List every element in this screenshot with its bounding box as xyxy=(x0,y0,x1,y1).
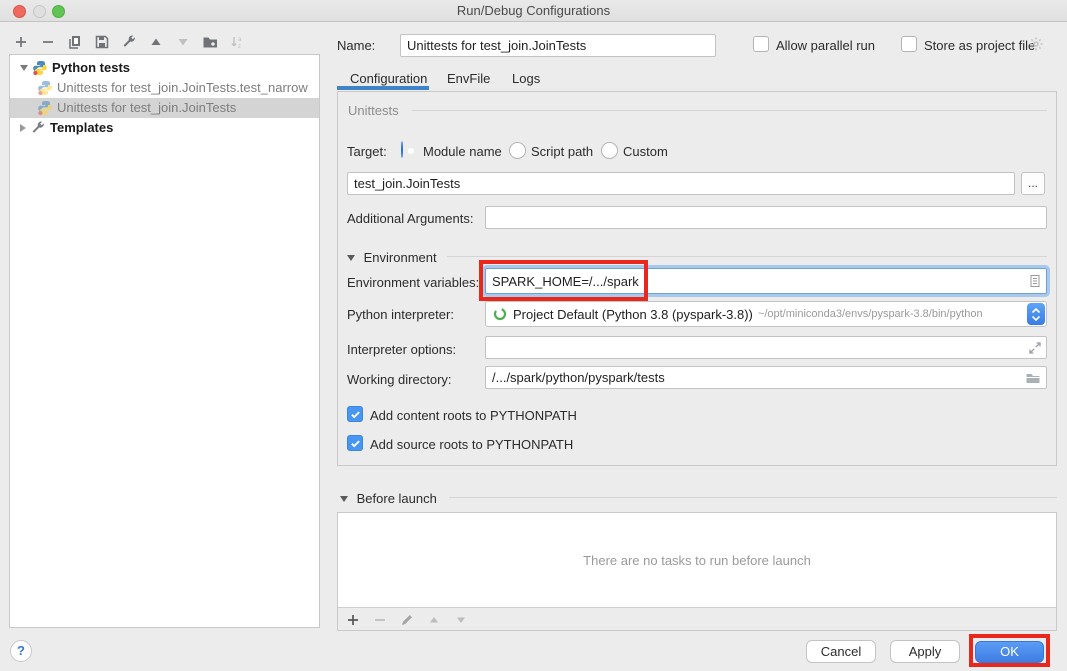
target-script-path-radio[interactable] xyxy=(509,142,526,159)
python-icon xyxy=(37,100,53,116)
remove-icon[interactable] xyxy=(39,33,56,50)
working-directory-label: Working directory: xyxy=(347,372,452,387)
python-interpreter-value: Project Default (Python 3.8 (pyspark-3.8… xyxy=(513,307,753,322)
tree-item-label: Templates xyxy=(50,118,113,138)
tree-item-unittest-jointests[interactable]: Unittests for test_join.JoinTests xyxy=(10,98,319,118)
unittests-group-title: Unittests xyxy=(348,103,399,118)
section-collapse-icon xyxy=(340,496,348,502)
target-module-name-radio[interactable] xyxy=(401,141,403,158)
svg-text:z: z xyxy=(238,44,241,50)
combo-stepper-icon[interactable] xyxy=(1027,303,1045,325)
environment-variables-input[interactable] xyxy=(485,268,1047,294)
edit-task-icon xyxy=(398,611,415,628)
target-custom-radio[interactable] xyxy=(601,142,618,159)
gear-icon[interactable] xyxy=(1028,36,1044,52)
active-tab-underline xyxy=(337,86,429,90)
cancel-button[interactable]: Cancel xyxy=(806,640,876,663)
move-down-icon xyxy=(174,33,191,50)
add-content-roots-label: Add content roots to PYTHONPATH xyxy=(370,408,577,423)
tab-configuration[interactable]: Configuration xyxy=(350,71,427,86)
tree-item-label: Python tests xyxy=(52,58,130,78)
add-source-roots-checkbox[interactable] xyxy=(347,435,363,451)
target-custom-label: Custom xyxy=(623,144,668,159)
tree-item-label: Unittests for test_join.JoinTests.test_n… xyxy=(57,78,308,98)
allow-parallel-run-label: Allow parallel run xyxy=(776,38,875,53)
name-label: Name: xyxy=(337,38,375,53)
tree-item-unittest-narrow[interactable]: Unittests for test_join.JoinTests.test_n… xyxy=(10,78,319,98)
store-as-project-file-label: Store as project file xyxy=(924,38,1035,53)
target-module-name-label: Module name xyxy=(423,144,502,159)
section-divider xyxy=(447,256,1047,257)
window-title: Run/Debug Configurations xyxy=(0,3,1067,18)
add-icon[interactable] xyxy=(12,33,29,50)
tab-envfile[interactable]: EnvFile xyxy=(447,71,490,86)
working-directory-input[interactable] xyxy=(485,366,1047,389)
interpreter-options-input[interactable] xyxy=(485,336,1047,359)
allow-parallel-run-checkbox[interactable] xyxy=(753,36,769,52)
store-as-project-file-checkbox[interactable] xyxy=(901,36,917,52)
ok-button[interactable]: OK xyxy=(975,641,1044,663)
section-collapse-icon xyxy=(347,255,355,261)
chevron-expanded-icon[interactable] xyxy=(20,65,28,71)
expand-field-icon[interactable] xyxy=(1027,340,1043,356)
configurations-tree: Python tests Unittests for test_join.Joi… xyxy=(9,54,320,628)
python-interpreter-select[interactable]: Project Default (Python 3.8 (pyspark-3.8… xyxy=(485,301,1047,327)
group-divider xyxy=(412,110,1047,111)
target-label: Target: xyxy=(347,144,387,159)
tab-logs[interactable]: Logs xyxy=(512,71,540,86)
add-content-roots-checkbox[interactable] xyxy=(347,406,363,422)
edit-templates-icon[interactable] xyxy=(120,33,137,50)
environment-section-header[interactable]: Environment xyxy=(347,250,437,265)
help-button[interactable]: ? xyxy=(10,640,32,662)
target-script-path-label: Script path xyxy=(531,144,593,159)
browse-button[interactable]: ... xyxy=(1021,172,1045,195)
add-task-icon[interactable] xyxy=(344,611,361,628)
wrench-icon xyxy=(30,120,46,136)
python-icon xyxy=(37,80,53,96)
title-bar: Run/Debug Configurations xyxy=(0,0,1067,22)
tree-item-python-tests[interactable]: Python tests xyxy=(10,58,319,78)
run-debug-configurations-dialog: Run/Debug Configurations az xyxy=(0,0,1067,671)
section-divider xyxy=(449,497,1057,498)
remove-task-icon xyxy=(371,611,388,628)
move-up-icon[interactable] xyxy=(147,33,164,50)
empty-tasks-message: There are no tasks to run before launch xyxy=(338,513,1056,608)
folder-icon[interactable] xyxy=(1025,370,1041,386)
save-icon[interactable] xyxy=(93,33,110,50)
additional-arguments-input[interactable] xyxy=(485,206,1047,229)
interpreter-options-label: Interpreter options: xyxy=(347,342,456,357)
configurations-toolbar: az xyxy=(12,33,245,50)
edit-env-vars-icon[interactable] xyxy=(1027,273,1043,289)
python-interpreter-label: Python interpreter: xyxy=(347,307,454,322)
new-folder-icon[interactable] xyxy=(201,33,218,50)
add-source-roots-label: Add source roots to PYTHONPATH xyxy=(370,437,573,452)
tree-item-templates[interactable]: Templates xyxy=(10,118,319,138)
name-input[interactable] xyxy=(400,34,716,57)
sort-alphabetically-icon: az xyxy=(228,33,245,50)
target-module-input[interactable] xyxy=(347,172,1015,195)
copy-icon[interactable] xyxy=(66,33,83,50)
chevron-collapsed-icon[interactable] xyxy=(20,124,26,132)
before-launch-title: Before launch xyxy=(357,491,437,506)
before-launch-section-header[interactable]: Before launch xyxy=(340,491,437,506)
apply-button[interactable]: Apply xyxy=(890,640,960,663)
conda-env-icon xyxy=(493,307,507,321)
move-task-down-icon xyxy=(452,611,469,628)
before-launch-tasks-panel: There are no tasks to run before launch xyxy=(337,512,1057,631)
environment-section-title: Environment xyxy=(364,250,437,265)
tree-item-label: Unittests for test_join.JoinTests xyxy=(57,98,236,118)
move-task-up-icon xyxy=(425,611,442,628)
additional-arguments-label: Additional Arguments: xyxy=(347,211,473,226)
python-icon xyxy=(32,60,48,76)
python-interpreter-path: ~/opt/miniconda3/envs/pyspark-3.8/bin/py… xyxy=(758,308,983,320)
svg-text:a: a xyxy=(238,37,242,43)
environment-variables-label: Environment variables: xyxy=(347,275,479,290)
tasks-toolbar xyxy=(344,611,469,628)
